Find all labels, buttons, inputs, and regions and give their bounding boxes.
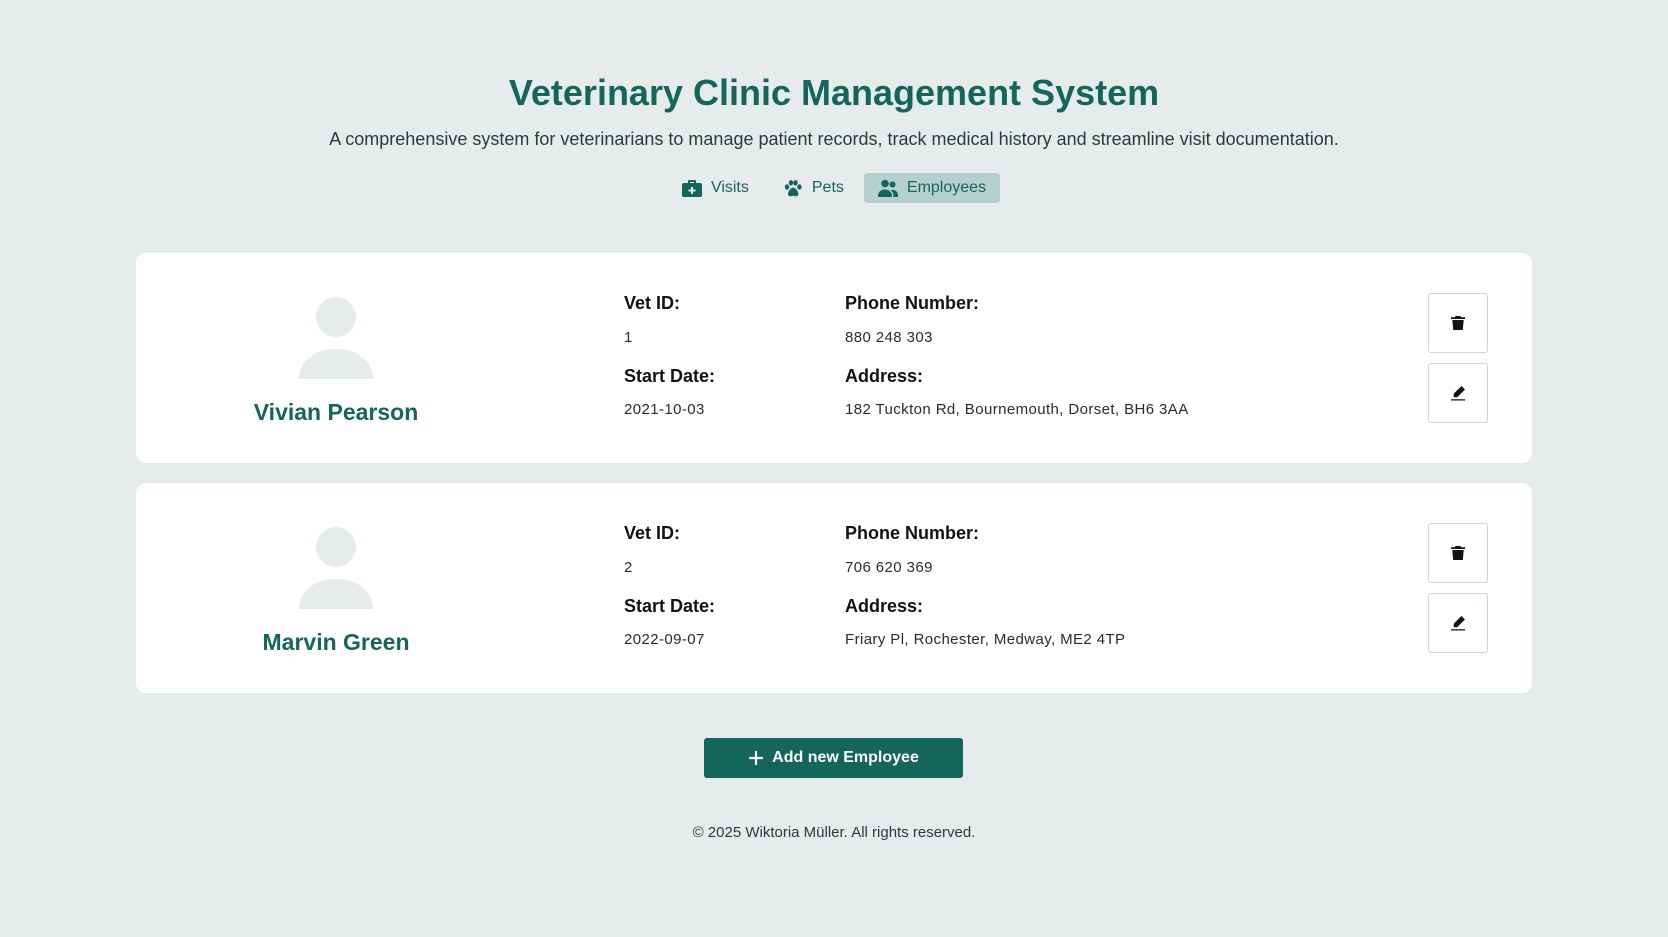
start-date-label: Start Date: — [624, 366, 716, 386]
nav-tabs: Visits Pets Employees — [0, 173, 1668, 203]
start-date-value: 2021-10-03 — [624, 401, 705, 418]
avatar-placeholder-icon — [299, 297, 373, 379]
paw-icon — [784, 180, 802, 197]
users-icon — [877, 179, 898, 197]
avatar-placeholder-icon — [299, 527, 373, 609]
employee-name: Vivian Pearson — [253, 399, 419, 425]
trash-icon — [1451, 546, 1465, 560]
vet-id-value: 2 — [624, 559, 633, 576]
add-employee-label: Add new Employee — [772, 749, 919, 766]
tab-visits[interactable]: Visits — [668, 173, 763, 203]
medical-kit-icon — [681, 180, 702, 197]
edit-button[interactable] — [1428, 593, 1488, 653]
employee-card: Vivian Pearson Vet ID: 1 Start Date: 202… — [136, 253, 1532, 463]
pencil-icon — [1451, 386, 1465, 401]
address-value: 182 Tuckton Rd, Bournemouth, Dorset, BH6… — [845, 401, 1189, 418]
address-label: Address: — [845, 366, 924, 386]
edit-button[interactable] — [1428, 363, 1488, 423]
vet-id-value: 1 — [624, 329, 633, 346]
footer-copyright: © 2025 Wiktoria Müller. All rights reser… — [692, 824, 976, 841]
trash-icon — [1451, 316, 1465, 330]
add-employee-button[interactable]: Add new Employee — [704, 738, 963, 778]
page-subtitle: A comprehensive system for veterinarians… — [329, 129, 1339, 149]
employee-card: Marvin Green Vet ID: 2 Start Date: 2022-… — [136, 483, 1532, 693]
tab-employees-label: Employees — [906, 179, 987, 196]
tab-pets[interactable]: Pets — [769, 173, 858, 203]
address-value: Friary Pl, Rochester, Medway, ME2 4TP — [845, 631, 1126, 648]
delete-button[interactable] — [1428, 523, 1488, 583]
employee-name: Marvin Green — [262, 629, 410, 655]
tab-employees[interactable]: Employees — [863, 173, 1001, 203]
phone-label: Phone Number: — [845, 293, 980, 313]
start-date-value: 2022-09-07 — [624, 631, 705, 648]
address-label: Address: — [845, 596, 924, 616]
page-header: Veterinary Clinic Management System A co… — [0, 66, 1668, 150]
phone-value: 706 620 369 — [845, 559, 933, 576]
delete-button[interactable] — [1428, 293, 1488, 353]
vet-id-label: Vet ID: — [624, 293, 681, 313]
pencil-icon — [1451, 616, 1465, 631]
plus-icon — [749, 751, 764, 765]
tab-pets-label: Pets — [811, 179, 844, 196]
phone-label: Phone Number: — [845, 523, 980, 543]
tab-visits-label: Visits — [710, 179, 749, 196]
phone-value: 880 248 303 — [845, 329, 933, 346]
start-date-label: Start Date: — [624, 596, 716, 616]
page-title: Veterinary Clinic Management System — [508, 72, 1160, 113]
vet-id-label: Vet ID: — [624, 523, 681, 543]
